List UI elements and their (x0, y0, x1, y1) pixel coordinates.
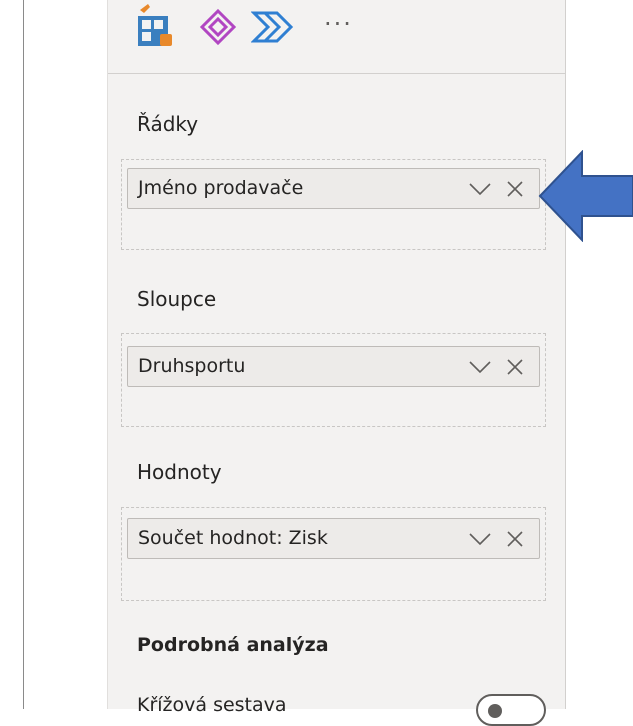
values-field-label: Součet hodnot: Zisk (138, 527, 328, 549)
rows-field-label: Jméno prodavače (138, 177, 304, 199)
drill-through-heading: Podrobná analýza (137, 634, 329, 656)
toggle-knob (488, 704, 502, 718)
chevron-down-icon[interactable] (468, 531, 492, 547)
build-visual-icon[interactable] (136, 4, 178, 50)
format-visual-icon[interactable] (198, 8, 238, 48)
pointer-arrow (538, 150, 633, 242)
cross-report-toggle[interactable] (476, 694, 546, 726)
pane-left-edge (107, 0, 108, 709)
values-field-pill[interactable]: Součet hodnot: Zisk (127, 518, 540, 559)
values-well-label: Hodnoty (137, 460, 222, 484)
columns-field-pill[interactable]: Druhsportu (127, 346, 540, 387)
cross-report-label: Křížová sestava (137, 694, 287, 716)
rows-field-pill[interactable]: Jméno prodavače (127, 168, 540, 209)
window-left-border (23, 0, 24, 709)
columns-well-label: Sloupce (137, 287, 217, 311)
close-icon[interactable] (505, 357, 525, 377)
toolbar-separator (108, 73, 565, 74)
more-options-button[interactable]: ··· (324, 10, 353, 38)
rows-well-label: Řádky (137, 112, 199, 136)
close-icon[interactable] (505, 529, 525, 549)
close-icon[interactable] (505, 179, 525, 199)
chevron-down-icon[interactable] (468, 359, 492, 375)
analytics-icon[interactable] (251, 10, 297, 44)
columns-field-label: Druhsportu (138, 355, 246, 377)
pane-right-edge (565, 0, 566, 709)
chevron-down-icon[interactable] (468, 181, 492, 197)
